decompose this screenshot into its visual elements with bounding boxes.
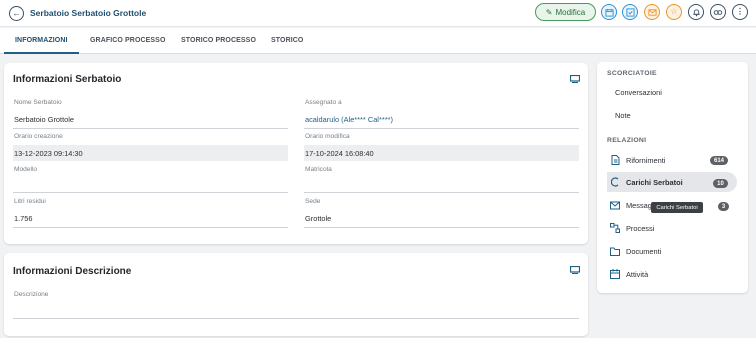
assegnato-link[interactable]: acaldarulo (Ale**** Cal****)	[305, 115, 393, 124]
relations-heading: RELAZIONI	[607, 137, 647, 144]
nome-underline	[13, 128, 288, 129]
page-title: Serbatoio Serbatoio Grottole	[30, 8, 147, 18]
creazione-value: 13-12-2023 09:14:30	[14, 149, 83, 158]
checklist-icon[interactable]	[622, 4, 638, 20]
shortcuts-heading: SCORCIATOIE	[607, 70, 657, 77]
active-tab-indicator	[4, 52, 79, 54]
process-icon	[610, 223, 620, 233]
relation-label: Attività	[626, 269, 649, 279]
nome-value[interactable]: Serbatoio Grottole	[14, 115, 74, 124]
relation-label: Carichi Serbatoi	[626, 177, 683, 187]
relation-processi[interactable]: Processi	[610, 221, 654, 235]
shortcut-note[interactable]: Note	[615, 111, 631, 120]
modello-underline	[13, 192, 288, 193]
nome-label: Nome Serbatoio	[14, 99, 62, 106]
litri-underline	[13, 227, 288, 228]
info-card-title: Informazioni Serbatoio	[13, 74, 122, 85]
monitor-icon[interactable]	[570, 75, 580, 83]
relation-carichi-serbatoi[interactable]: Carichi Serbatoi	[610, 175, 683, 189]
descrizione-underline	[13, 318, 579, 319]
sede-label: Sede	[305, 198, 321, 205]
top-bar: ← Serbatoio Serbatoio Grottole ✎ Modific…	[0, 0, 756, 27]
relation-label: Processi	[626, 223, 655, 233]
modifica-label: Orario modifica	[305, 133, 350, 140]
monitor-icon[interactable]	[570, 266, 580, 274]
star-icon[interactable]: ☆	[666, 4, 682, 20]
shortcut-conversazioni[interactable]: Conversazioni	[615, 88, 662, 97]
count-badge: 10	[713, 179, 728, 188]
mail-icon	[610, 200, 620, 210]
loading-arc-icon	[610, 177, 620, 187]
tooltip: Carichi Serbatoi	[651, 202, 703, 213]
more-icon[interactable]: ⋮	[732, 4, 748, 20]
count-badge: 3	[718, 202, 729, 211]
descrizione-label: Descrizione	[14, 291, 49, 298]
relation-label: Rifornimenti	[626, 155, 666, 165]
edit-button[interactable]: ✎ Modifica	[535, 3, 596, 21]
matricola-label: Matricola	[305, 166, 332, 173]
bell-icon[interactable]	[688, 4, 704, 20]
back-icon[interactable]: ←	[9, 6, 24, 21]
description-card-title: Informazioni Descrizione	[13, 266, 132, 277]
matricola-underline	[304, 192, 579, 193]
relation-documenti[interactable]: Documenti	[610, 244, 661, 258]
tab-bar: INFORMAZIONI GRAFICO PROCESSO STORICO PR…	[0, 28, 756, 54]
pencil-icon: ✎	[545, 7, 553, 17]
relation-label: Documenti	[626, 246, 662, 256]
calendar-icon[interactable]	[601, 4, 617, 20]
assegnato-underline	[304, 128, 579, 129]
modello-label: Modello	[14, 166, 38, 173]
sede-underline	[304, 227, 579, 228]
tab-informazioni[interactable]: INFORMAZIONI	[15, 37, 68, 44]
tab-storico-processo[interactable]: STORICO PROCESSO	[181, 37, 256, 44]
litri-value[interactable]: 1.756	[14, 214, 33, 223]
assegnato-label: Assegnato a	[305, 99, 342, 106]
relation-attivita[interactable]: Attività	[610, 267, 648, 281]
modifica-value: 17-10-2024 16:08:40	[305, 149, 374, 158]
creazione-label: Orario creazione	[14, 133, 63, 140]
tab-storico[interactable]: STORICO	[271, 37, 303, 44]
document-icon	[610, 155, 620, 165]
count-badge: 614	[710, 156, 728, 165]
link-icon[interactable]	[710, 4, 726, 20]
calendar-icon	[610, 269, 620, 279]
tab-grafico-processo[interactable]: GRAFICO PROCESSO	[90, 37, 166, 44]
litri-label: Litri residui	[14, 198, 46, 205]
mail-icon[interactable]	[644, 4, 660, 20]
folder-icon	[610, 246, 620, 256]
sede-value[interactable]: Grottole	[305, 214, 331, 223]
edit-button-label: Modifica	[555, 7, 586, 17]
relation-rifornimenti[interactable]: Rifornimenti	[610, 153, 665, 167]
